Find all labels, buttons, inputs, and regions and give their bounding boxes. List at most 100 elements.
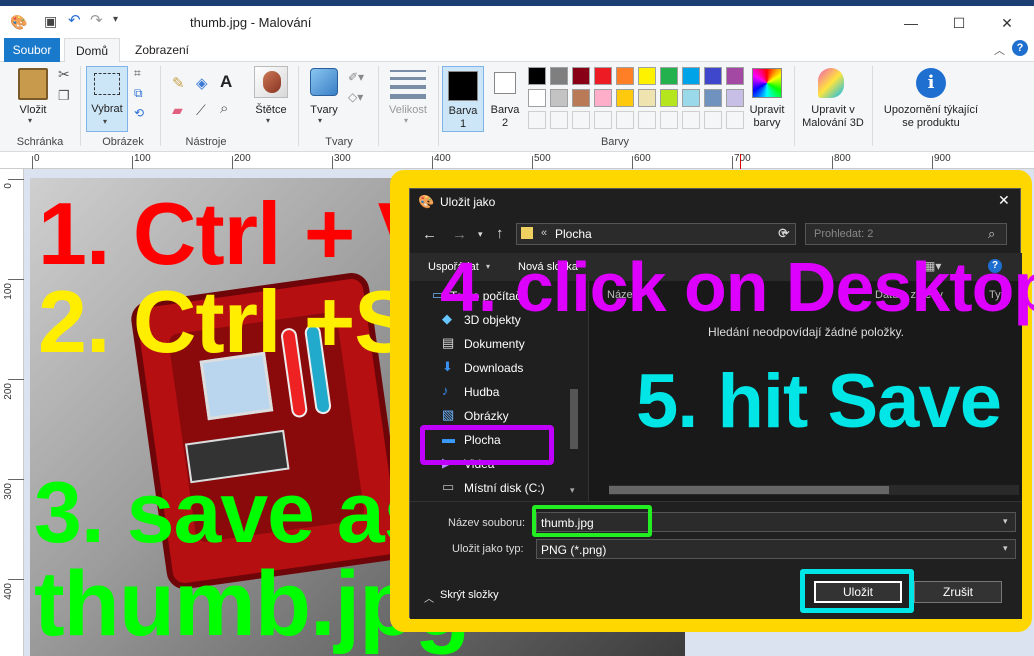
nav-item[interactable]: Dokumenty [464,337,525,351]
color-swatch[interactable] [660,89,678,107]
product-notice-button[interactable]: Upozornění týkající [876,104,986,117]
custom-color-slot[interactable] [682,111,700,129]
crop-icon[interactable]: ⌗ [134,66,141,81]
save-icon[interactable]: ▣ [44,13,57,30]
filename-dropdown-icon[interactable]: ▾ [1003,516,1008,527]
color-swatch[interactable] [726,67,744,85]
custom-color-slot[interactable] [594,111,612,129]
refresh-icon[interactable]: ⟳ [778,225,790,242]
ruler-label: 100 [3,283,14,300]
tab-view[interactable]: Zobrazení [124,38,200,62]
brushes-button[interactable]: Štětce [246,104,296,117]
color-swatch[interactable] [572,89,590,107]
magnifier-icon[interactable]: ⌕ [220,100,228,117]
hide-folders-icon[interactable]: ︿ [424,590,434,605]
eraser-icon[interactable]: ▰ [172,102,183,119]
custom-color-slot[interactable] [660,111,678,129]
custom-color-slot[interactable] [616,111,634,129]
nav-scrollbar-thumb[interactable] [570,389,578,449]
custom-color-slot[interactable] [528,111,546,129]
color-swatch[interactable] [638,89,656,107]
color2-label[interactable]: Barva [486,104,524,117]
help-icon[interactable]: ? [1012,40,1028,56]
color-swatch[interactable] [726,89,744,107]
close-button[interactable]: ✕ [984,12,1030,38]
color-swatch[interactable] [704,67,722,85]
cancel-button[interactable]: Zrušit [914,581,1002,603]
color-swatch[interactable] [550,67,568,85]
back-icon[interactable]: ← [422,226,437,243]
color-swatch[interactable] [528,67,546,85]
edit-colors-icon [752,68,782,98]
outline-icon[interactable]: ✐▾ [348,70,364,84]
custom-color-slot[interactable] [638,111,656,129]
address-bar[interactable]: « Plocha ▾ [516,223,796,245]
color-swatch[interactable] [638,67,656,85]
save-type-select[interactable]: PNG (*.png) ▾ [536,539,1016,559]
maximize-button[interactable]: ☐ [936,12,982,38]
color-swatch[interactable] [682,67,700,85]
nav-item[interactable]: Hudba [464,385,499,399]
brushes-dropdown-icon[interactable]: ▾ [266,116,270,125]
color-swatch[interactable] [660,67,678,85]
color2-swatch[interactable] [494,72,516,94]
paste-button[interactable]: Vložit [8,104,58,117]
fill-shape-icon[interactable]: ◇▾ [348,90,363,104]
custom-color-slot[interactable] [572,111,590,129]
select-button-frame[interactable]: Vybrat ▾ [86,66,128,132]
color-swatch[interactable] [550,89,568,107]
edit-colors-button-line2: barvy [753,117,781,129]
color-swatch[interactable] [682,89,700,107]
color-picker-icon[interactable]: ⟋ [196,102,206,119]
undo-icon[interactable]: ↶ [68,11,81,29]
search-field[interactable]: Prohledat: 2 ⌕ [805,223,1007,245]
forward-icon[interactable]: → [452,226,467,243]
custom-color-slot[interactable] [550,111,568,129]
color-swatch[interactable] [616,89,634,107]
downloads-icon: ⬇ [442,359,453,374]
redo-icon[interactable]: ↷ [90,11,103,29]
nav-item[interactable]: Obrázky [464,409,509,423]
nav-scroll-down-icon[interactable]: ▾ [570,485,575,496]
select-button[interactable]: Vybrat [87,103,127,116]
edit-colors-button[interactable]: Upravit [744,104,790,117]
color1-button-frame[interactable]: Barva 1 [442,66,484,132]
nav-item[interactable]: Místní disk (C:) [464,481,545,495]
hide-folders-button[interactable]: Skrýt složky [440,589,499,601]
minimize-button[interactable]: — [888,12,934,38]
nav-item[interactable]: Downloads [464,361,523,375]
custom-color-slot[interactable] [704,111,722,129]
tab-file[interactable]: Soubor [4,38,60,62]
copy-icon[interactable]: ❐ [58,88,70,104]
custom-color-slot[interactable] [726,111,744,129]
ruler-label: 400 [3,583,14,600]
color-swatch[interactable] [594,67,612,85]
pencil-icon[interactable]: ✎ [172,74,185,92]
horizontal-scrollbar[interactable] [609,485,1019,495]
select-dropdown-icon[interactable]: ▾ [103,117,107,126]
tab-home[interactable]: Domů [64,38,120,62]
recent-dropdown-icon[interactable]: ▾ [478,229,483,240]
dialog-close-icon[interactable]: ✕ [998,192,1010,209]
fill-icon[interactable]: ◈ [196,74,208,92]
quick-access-dropdown-icon[interactable]: ▾ [113,14,118,25]
paste-dropdown-icon[interactable]: ▾ [28,116,32,125]
resize-icon[interactable]: ⧉ [134,86,143,101]
color-swatch[interactable] [528,89,546,107]
rotate-icon[interactable]: ⟲ [134,106,144,120]
color-swatch[interactable] [616,67,634,85]
color-swatch[interactable] [572,67,590,85]
save-type-dropdown-icon[interactable]: ▾ [1003,543,1008,554]
size-dropdown-icon[interactable]: ▾ [404,116,408,125]
color-swatch[interactable] [704,89,722,107]
save-button[interactable]: Uložit [814,581,902,603]
collapse-ribbon-icon[interactable]: ︿ [994,42,1005,58]
shapes-dropdown-icon[interactable]: ▾ [318,116,322,125]
ruler-tick [732,156,733,169]
shapes-button[interactable]: Tvary [300,104,348,117]
text-icon[interactable]: A [220,72,232,92]
cut-icon[interactable]: ✂ [58,66,70,83]
color-swatch[interactable] [594,89,612,107]
paint3d-button[interactable]: Upravit v [798,104,868,117]
up-icon[interactable]: ↑ [496,225,504,242]
